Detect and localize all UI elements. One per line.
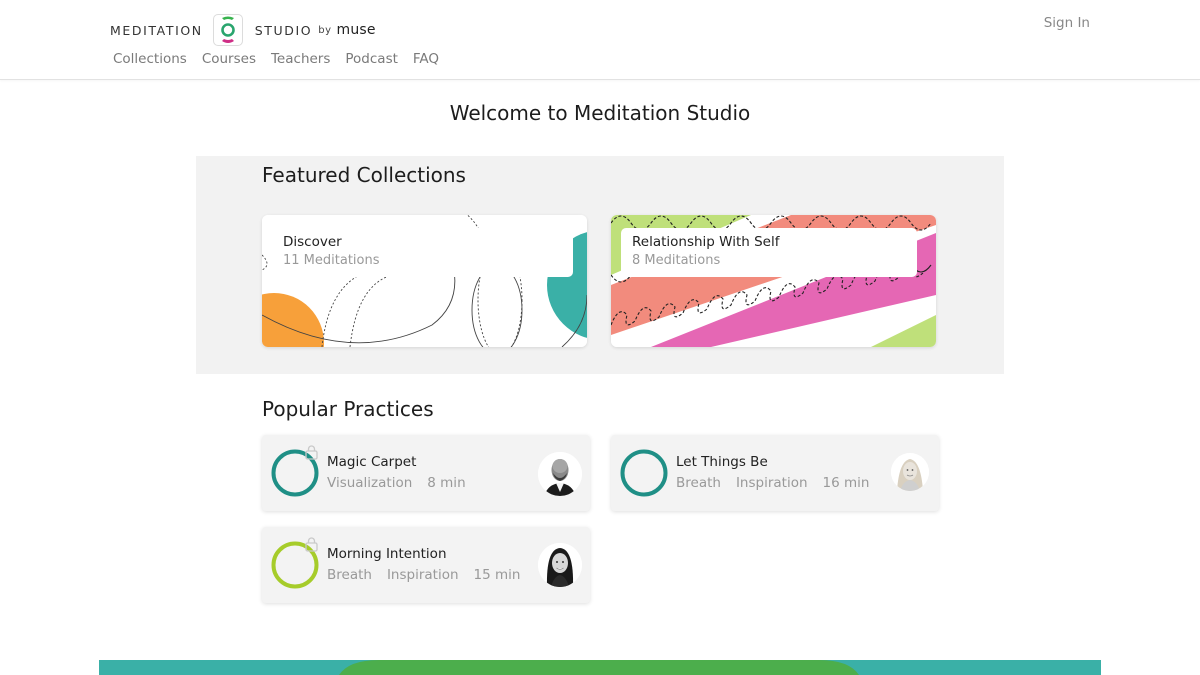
practice-title: Let Things Be	[676, 454, 768, 470]
nav-podcast[interactable]: Podcast	[345, 51, 398, 67]
collection-title: Relationship With Self	[632, 234, 780, 250]
brand-word-left: MEDITATION	[110, 22, 203, 38]
teacher-avatar	[538, 543, 582, 587]
practice-tag: Inspiration	[386, 567, 459, 583]
practice-duration: 15 min	[473, 567, 521, 583]
practice-card-let-things-be[interactable]: Let Things Be Breath Inspiration 16 min	[611, 435, 939, 511]
collection-count: 8 Meditations	[632, 253, 721, 268]
featured-collections-section: Featured Collections Discover 11 Meditat…	[196, 156, 1004, 374]
footer-banner	[99, 660, 1101, 675]
collection-count: 11 Meditations	[283, 253, 380, 268]
nav-collections[interactable]: Collections	[113, 51, 187, 67]
woman-dark-hair-icon	[538, 543, 582, 587]
practice-tags: Visualization 8 min	[327, 475, 466, 491]
teacher-avatar	[891, 453, 929, 491]
sign-in-link[interactable]: Sign In	[1044, 15, 1090, 31]
meditation-studio-logo-icon	[212, 14, 243, 46]
footer-wave-graphic	[99, 660, 1101, 675]
muse-wordmark: muse	[336, 22, 376, 38]
popular-practices-title: Popular Practices	[262, 397, 434, 421]
practice-tags: Breath Inspiration 15 min	[327, 567, 520, 583]
practice-tag: Visualization	[327, 475, 413, 491]
main-nav: Collections Courses Teachers Podcast FAQ	[113, 51, 439, 67]
brand-by: by	[318, 24, 332, 36]
practice-title: Morning Intention	[327, 546, 447, 562]
nav-teachers[interactable]: Teachers	[271, 51, 330, 67]
practice-tag: Breath	[676, 475, 721, 491]
progress-ring-icon	[620, 449, 668, 497]
teacher-avatar	[538, 452, 582, 496]
practice-card-morning-intention[interactable]: Morning Intention Breath Inspiration 15 …	[262, 527, 590, 603]
practice-tag: Inspiration	[735, 475, 808, 491]
collection-label: Discover 11 Meditations	[272, 228, 573, 277]
site-header: MEDITATION STUDIO by muse Collections Co…	[0, 0, 1200, 80]
collection-card-discover[interactable]: Discover 11 Meditations	[262, 215, 587, 347]
page-title: Welcome to Meditation Studio	[449, 101, 751, 125]
collection-card-relationship-with-self[interactable]: Relationship With Self 8 Meditations	[611, 215, 936, 347]
collection-title: Discover	[283, 234, 342, 250]
lock-icon	[305, 445, 318, 460]
man-bald-icon	[538, 452, 582, 496]
brand-word-right: STUDIO	[254, 22, 313, 38]
brand-logo[interactable]: MEDITATION STUDIO by muse	[110, 14, 376, 46]
practice-duration: 8 min	[427, 475, 466, 491]
collection-label: Relationship With Self 8 Meditations	[621, 228, 917, 277]
practice-tags: Breath Inspiration 16 min	[676, 475, 869, 491]
nav-courses[interactable]: Courses	[202, 51, 256, 67]
practice-title: Magic Carpet	[327, 454, 417, 470]
practice-duration: 16 min	[822, 475, 870, 491]
practice-card-magic-carpet[interactable]: Magic Carpet Visualization 8 min	[262, 435, 590, 511]
lock-icon	[305, 537, 318, 552]
featured-collections-title: Featured Collections	[262, 163, 466, 187]
practice-tag: Breath	[327, 567, 372, 583]
woman-blonde-icon	[891, 453, 929, 491]
nav-faq[interactable]: FAQ	[413, 51, 439, 67]
